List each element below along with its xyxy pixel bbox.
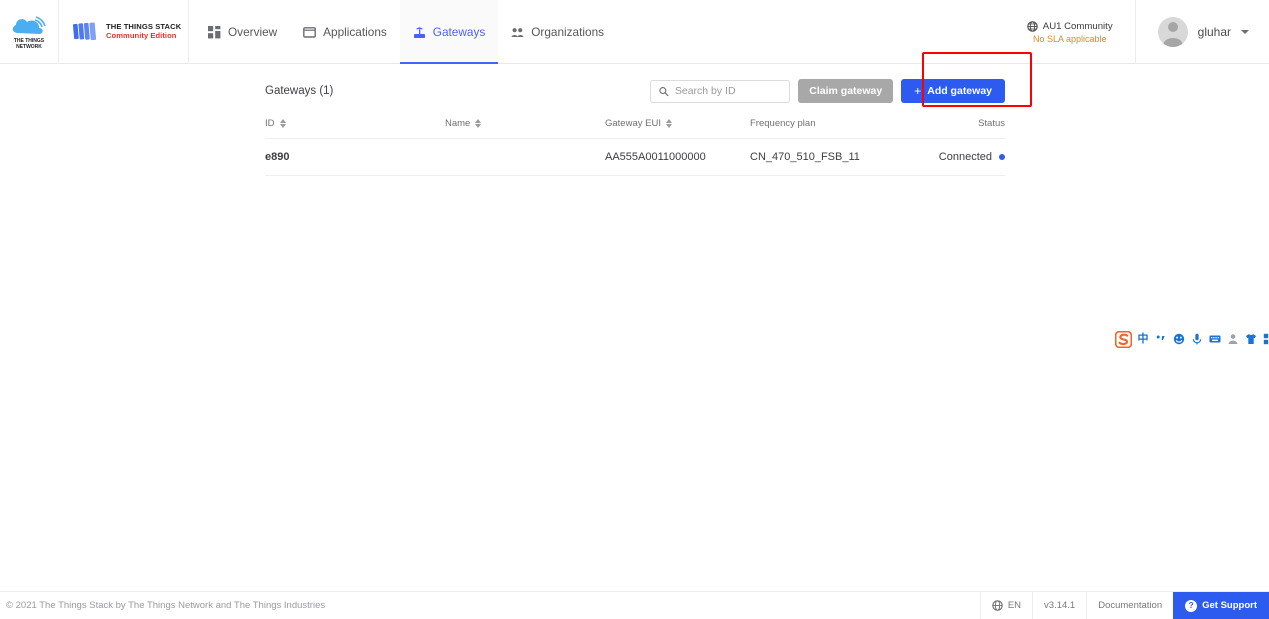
keyboard-icon[interactable] [1208, 331, 1222, 347]
cluster-info[interactable]: AU1 Community No SLA applicable [1005, 0, 1136, 64]
col-status-label: Status [978, 118, 1005, 129]
plus-icon: + [914, 85, 921, 97]
toolbox-icon[interactable] [1262, 331, 1269, 347]
cluster-name: AU1 Community [1043, 21, 1113, 32]
documentation-link[interactable]: Documentation [1086, 592, 1173, 619]
nav-item-organizations[interactable]: Organizations [498, 0, 617, 64]
ttn-cloud-icon: THE THINGS NETWORK [9, 13, 49, 51]
documentation-label: Documentation [1098, 600, 1162, 611]
gateways-panel: Gateways (1) Claim gateway + Add gateway [265, 64, 1005, 176]
page-title: Gateways (1) [265, 85, 333, 97]
version-label: v3.14.1 [1044, 600, 1075, 611]
cell-status: Connected [930, 139, 1005, 176]
chevron-down-icon [1241, 30, 1249, 34]
globe-icon [1027, 21, 1038, 32]
app-root: THE THINGS NETWORK THE THINGS STACK Comm… [0, 0, 1269, 619]
col-gateway-eui[interactable]: Gateway EUI [605, 118, 750, 139]
nav-label-gateways: Gateways [433, 25, 485, 39]
skin-icon[interactable] [1244, 331, 1258, 347]
add-gateway-button[interactable]: + Add gateway [901, 79, 1005, 103]
col-eui-label: Gateway EUI [605, 118, 661, 129]
col-frequency-plan: Frequency plan [750, 118, 930, 139]
top-header: THE THINGS NETWORK THE THINGS STACK Comm… [0, 0, 1269, 64]
sort-icon[interactable] [666, 118, 673, 129]
grid-icon [208, 26, 221, 39]
ime-mode-label: 中 [1138, 334, 1149, 345]
things-stack-brand[interactable]: THE THINGS STACK Community Edition [59, 0, 189, 64]
cell-id: e890 [265, 139, 445, 176]
sogou-logo-icon[interactable] [1115, 331, 1132, 348]
organizations-icon [511, 26, 524, 39]
main-nav: Overview Applications Gateways [195, 0, 617, 64]
col-name[interactable]: Name [445, 118, 605, 139]
cluster-row: AU1 Community [1027, 21, 1113, 32]
sort-icon[interactable] [280, 118, 287, 129]
copyright-text: © 2021 The Things Stack by The Things Ne… [0, 592, 325, 619]
gateways-toolbar: Gateways (1) Claim gateway + Add gateway [265, 64, 1005, 118]
footer-links: EN v3.14.1 Documentation ? Get Support [980, 592, 1269, 619]
language-selector[interactable]: EN [980, 592, 1032, 619]
cell-frequency-plan: CN_470_510_FSB_11 [750, 139, 930, 176]
add-gateway-label: Add gateway [927, 85, 992, 97]
search-icon [659, 86, 669, 97]
sort-icon[interactable] [475, 118, 482, 129]
version-label-wrap: v3.14.1 [1032, 592, 1086, 619]
application-icon [303, 26, 316, 39]
microphone-icon[interactable] [1190, 331, 1204, 347]
nav-item-applications[interactable]: Applications [290, 0, 400, 64]
avatar [1158, 17, 1188, 47]
svg-text:NETWORK: NETWORK [16, 44, 42, 50]
nav-item-overview[interactable]: Overview [195, 0, 290, 64]
gateway-icon [413, 26, 426, 39]
status-dot-icon [999, 154, 1005, 160]
cell-eui: AA555A0011000000 [605, 139, 750, 176]
punctuation-icon[interactable] [1154, 331, 1168, 347]
question-mark-icon: ? [1185, 600, 1197, 612]
search-input[interactable] [675, 85, 781, 97]
emoji-icon[interactable] [1172, 331, 1186, 347]
nav-label-applications: Applications [323, 25, 387, 39]
nav-item-gateways[interactable]: Gateways [400, 0, 498, 64]
cluster-sla: No SLA applicable [1033, 34, 1107, 44]
footer: © 2021 The Things Stack by The Things Ne… [0, 591, 1269, 619]
search-box[interactable] [650, 80, 790, 103]
status-badge: Connected [939, 151, 992, 163]
nav-label-organizations: Organizations [531, 25, 604, 39]
stack-bars-icon [73, 21, 99, 43]
toolbar-actions: Claim gateway + Add gateway [650, 79, 1005, 103]
col-status: Status [930, 118, 1005, 139]
col-freq-label: Frequency plan [750, 118, 815, 129]
header-spacer [617, 0, 1005, 63]
get-support-button[interactable]: ? Get Support [1173, 592, 1269, 619]
stack-subtitle: Community Edition [106, 32, 181, 41]
table-header-row: ID Name Gateway EUI [265, 118, 1005, 139]
user-menu[interactable]: gluhar [1136, 0, 1269, 64]
cell-name [445, 139, 605, 176]
language-label: EN [1008, 600, 1021, 611]
ttn-logo[interactable]: THE THINGS NETWORK [0, 0, 59, 64]
get-support-label: Get Support [1202, 600, 1257, 611]
table-row[interactable]: e890 AA555A0011000000 CN_470_510_FSB_11 … [265, 139, 1005, 176]
col-id[interactable]: ID [265, 118, 445, 139]
nav-label-overview: Overview [228, 25, 277, 39]
gateways-table: ID Name Gateway EUI [265, 118, 1005, 176]
chinese-mode-icon[interactable]: 中 [1136, 331, 1150, 347]
col-name-label: Name [445, 118, 470, 129]
col-id-label: ID [265, 118, 275, 129]
globe-icon [992, 600, 1003, 611]
table-head: ID Name Gateway EUI [265, 118, 1005, 139]
sogou-input-toolbar[interactable]: 中 [1113, 329, 1269, 349]
claim-gateway-button[interactable]: Claim gateway [798, 79, 893, 103]
table-body: e890 AA555A0011000000 CN_470_510_FSB_11 … [265, 139, 1005, 176]
user-icon[interactable] [1226, 331, 1240, 347]
user-name: gluhar [1198, 25, 1231, 39]
